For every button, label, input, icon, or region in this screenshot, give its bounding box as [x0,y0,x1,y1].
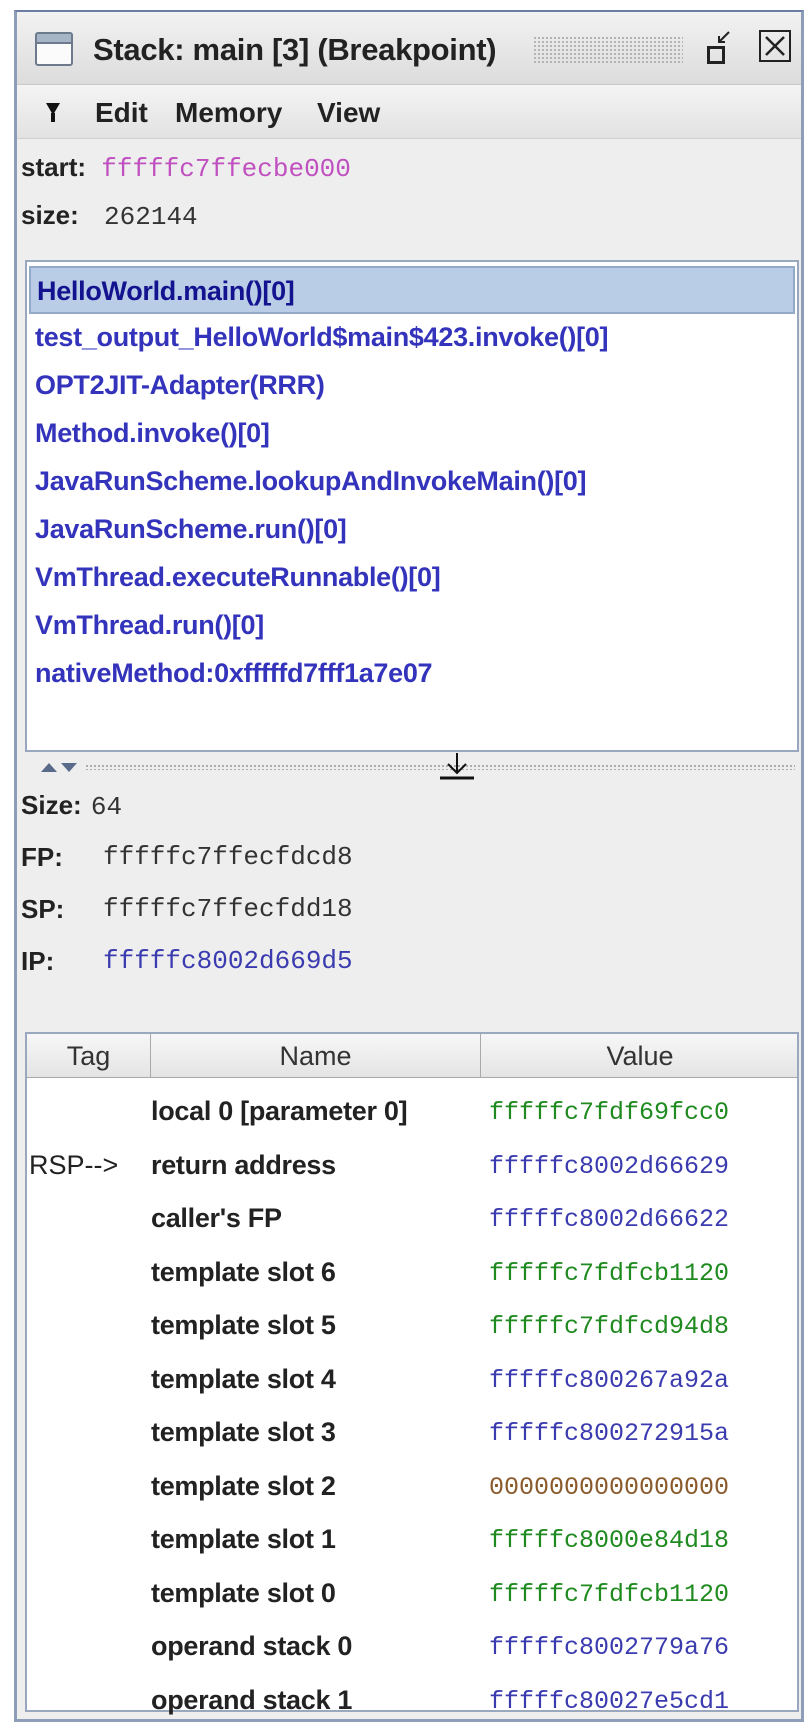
row-name: template slot 3 [151,1417,336,1447]
table-row[interactable]: template slot 3 fffffc800272915a [27,1407,797,1461]
frame-item[interactable]: JavaRunScheme.lookupAndInvokeMain()[0] [29,458,795,506]
row-name: template slot 1 [151,1524,336,1554]
close-button[interactable] [759,30,791,62]
row-name: template slot 5 [151,1310,336,1340]
splitter-arrows-icon[interactable] [39,760,79,774]
stack-window: Stack: main [3] (Breakpoint) Edit Memory… [14,10,804,1722]
menu-memory[interactable]: Memory [175,97,282,129]
window-title: Stack: main [3] (Breakpoint) [93,32,497,67]
fp-value: fffffc7ffecfdcd8 [103,842,353,872]
column-header-name[interactable]: Name [151,1034,481,1078]
ip-line: IP: fffffc8002d669d5 [21,946,353,977]
row-name: caller's FP [151,1203,282,1233]
frame-item[interactable]: VmThread.executeRunnable()[0] [29,554,795,602]
title-grip [533,36,683,64]
frame-item[interactable]: HelloWorld.main()[0] [29,266,795,314]
frame-size-value: 64 [90,792,123,822]
row-value: fffffc800272915a [489,1419,730,1448]
row-value: 0000000000000000 [489,1472,730,1502]
close-icon [765,36,785,56]
restore-button[interactable] [697,30,733,66]
row-value: fffffc80027e5cd1 [489,1686,730,1716]
frame-item[interactable]: test_output_HelloWorld$main$423.invoke()… [29,314,795,362]
stack-frames-list: HelloWorld.main()[0] test_output_HelloWo… [25,260,799,752]
ip-label: IP: [21,946,55,976]
fp-line: FP: fffffc7ffecfdcd8 [21,842,353,873]
menu-edit[interactable]: Edit [95,97,148,129]
row-value: fffffc8002d66629 [489,1151,730,1181]
fp-label: FP: [21,842,63,872]
restore-arrow-icon [718,31,730,43]
table-row[interactable]: operand stack 0 fffffc8002779a76 [27,1621,797,1675]
stack-start-label: start: [21,152,87,182]
frame-item[interactable]: nativeMethod:0xfffffd7fff1a7e07 [29,650,795,698]
column-header-tag[interactable]: Tag [27,1034,151,1078]
stack-start-value: fffffc7ffecbe000 [101,154,351,184]
sp-line: SP: fffffc7ffecfdd18 [21,894,353,925]
menu-arrow-icon[interactable] [45,99,61,123]
table-row[interactable]: operand stack 1 fffffc80027e5cd1 [27,1675,797,1726]
stack-size-line: size: 262144 [21,200,198,232]
menu-bar: Edit Memory View [17,85,801,139]
row-name: operand stack 0 [151,1631,353,1661]
column-header-value[interactable]: Value [481,1034,799,1078]
row-name: local 0 [parameter 0] [151,1096,408,1126]
stack-size-label: size: [21,200,79,230]
row-value: fffffc7fdfcb1120 [489,1579,730,1609]
table-row[interactable]: template slot 5 fffffc7fdfcd94d8 [27,1300,797,1354]
table-row[interactable]: template slot 1 fffffc8000e84d18 [27,1514,797,1568]
row-name: operand stack 1 [151,1684,353,1715]
stack-size-value: 262144 [104,202,198,232]
row-value: fffffc7fdfcd94d8 [489,1312,730,1341]
row-value: fffffc800267a92a [489,1365,730,1395]
frame-size-line: Size: 64 [21,790,122,822]
table-row[interactable]: template slot 2 0000000000000000 [27,1461,797,1515]
frame-size-label: Size: [21,790,82,820]
title-bar[interactable]: Stack: main [3] (Breakpoint) [17,12,801,85]
table-row[interactable]: template slot 6 fffffc7fdfcb1120 [27,1247,797,1301]
ip-value: fffffc8002d669d5 [103,946,353,976]
splitter-handle-icon[interactable] [437,752,477,780]
row-name: template slot 4 [151,1363,336,1394]
table-header: Tag Name Value [27,1034,797,1078]
table-row[interactable]: template slot 0 fffffc7fdfcb1120 [27,1568,797,1622]
menu-view[interactable]: View [317,97,380,129]
table-row[interactable]: template slot 4 fffffc800267a92a [27,1354,797,1408]
row-value: fffffc7fdfcb1120 [489,1258,730,1288]
frame-item[interactable]: JavaRunScheme.run()[0] [29,506,795,554]
row-value: fffffc8002d66622 [489,1205,730,1234]
row-name: template slot 0 [151,1577,336,1608]
row-value: fffffc8002779a76 [489,1633,730,1662]
frame-slots-table: Tag Name Value local 0 [parameter 0] ffff… [25,1032,799,1716]
stack-start-line: start: fffffc7ffecbe000 [21,152,351,184]
row-tag: RSP--> [29,1149,119,1180]
sp-value: fffffc7ffecfdd18 [103,894,353,924]
row-name: template slot 2 [151,1470,336,1501]
row-value: fffffc8000e84d18 [489,1526,730,1555]
frame-item[interactable]: OPT2JIT-Adapter(RRR) [29,362,795,410]
sp-label: SP: [21,894,65,924]
table-row[interactable]: caller's FP fffffc8002d66622 [27,1193,797,1247]
window-icon [35,32,73,66]
row-name: return address [151,1149,336,1180]
table-row[interactable]: RSP--> return address fffffc8002d66629 [27,1140,797,1194]
table-row[interactable]: local 0 [parameter 0] fffffc7fdf69fcc0 [27,1086,797,1140]
split-pane-divider[interactable] [25,752,799,780]
frame-item[interactable]: VmThread.run()[0] [29,602,795,650]
row-name: template slot 6 [151,1256,336,1287]
restore-icon [707,46,725,64]
row-value: fffffc7fdf69fcc0 [489,1098,730,1127]
frame-item[interactable]: Method.invoke()[0] [29,410,795,458]
